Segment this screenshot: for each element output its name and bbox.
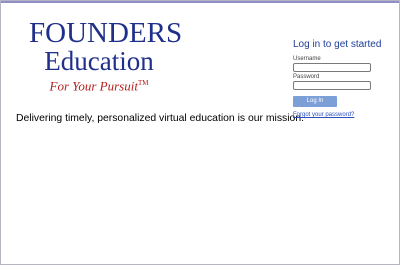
trademark-mark: TM [137,79,149,87]
log-in-button[interactable]: Log In [293,96,337,107]
login-panel: Log in to get started Username Password … [293,39,393,118]
mission-statement: Delivering timely, personalized virtual … [16,113,304,124]
username-input[interactable] [293,63,371,72]
login-title: Log in to get started [293,39,382,50]
password-label: Password [293,74,320,80]
top-accent-bar [1,1,399,3]
forgot-password-link[interactable]: Forgot your password? [293,112,393,118]
logo-education-text: Education [44,46,154,76]
logo-tagline-text: For Your Pursuit [49,78,138,94]
founders-education-logo: FOUNDERS Education For Your PursuitTM [29,17,183,94]
username-label: Username [293,56,321,62]
logo-tagline: For Your PursuitTM [29,75,169,94]
page-frame: FOUNDERS Education For Your PursuitTM De… [0,0,400,265]
logo-founders-text: FOUNDERS [29,17,183,49]
password-input[interactable] [293,81,371,90]
